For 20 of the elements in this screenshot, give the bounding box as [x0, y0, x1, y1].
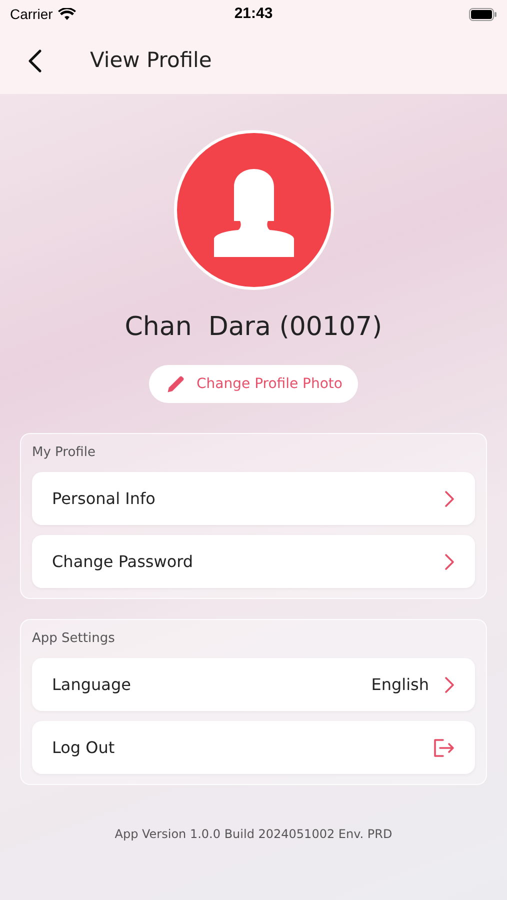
page-title: View Profile	[90, 47, 212, 74]
wifi-icon	[58, 8, 76, 20]
chevron-right-icon	[443, 490, 455, 508]
chevron-right-icon	[443, 676, 455, 694]
menu-row[interactable]: Personal Info	[32, 472, 475, 525]
menu-row[interactable]: Change Password	[32, 535, 475, 588]
section-title: My Profile	[32, 444, 96, 462]
app-version: App Version 1.0.0 Build 2024051002 Env. PRD	[114, 826, 392, 843]
menu-row[interactable]: Log Out	[32, 721, 475, 774]
back-icon	[28, 49, 42, 73]
menu-row[interactable]: Language English	[32, 658, 475, 711]
row-value: English	[371, 674, 429, 696]
change-profile-photo-button[interactable]: Change Profile Photo	[148, 365, 358, 403]
battery-icon	[469, 8, 497, 20]
chevron-right-icon	[443, 552, 455, 570]
section-title: App Settings	[32, 630, 116, 648]
logout-icon	[433, 738, 455, 758]
clock-time: 21:43	[234, 4, 273, 24]
profile-name: Chan Dara (00107)	[124, 311, 382, 344]
carrier-label: Carrier	[10, 4, 53, 24]
